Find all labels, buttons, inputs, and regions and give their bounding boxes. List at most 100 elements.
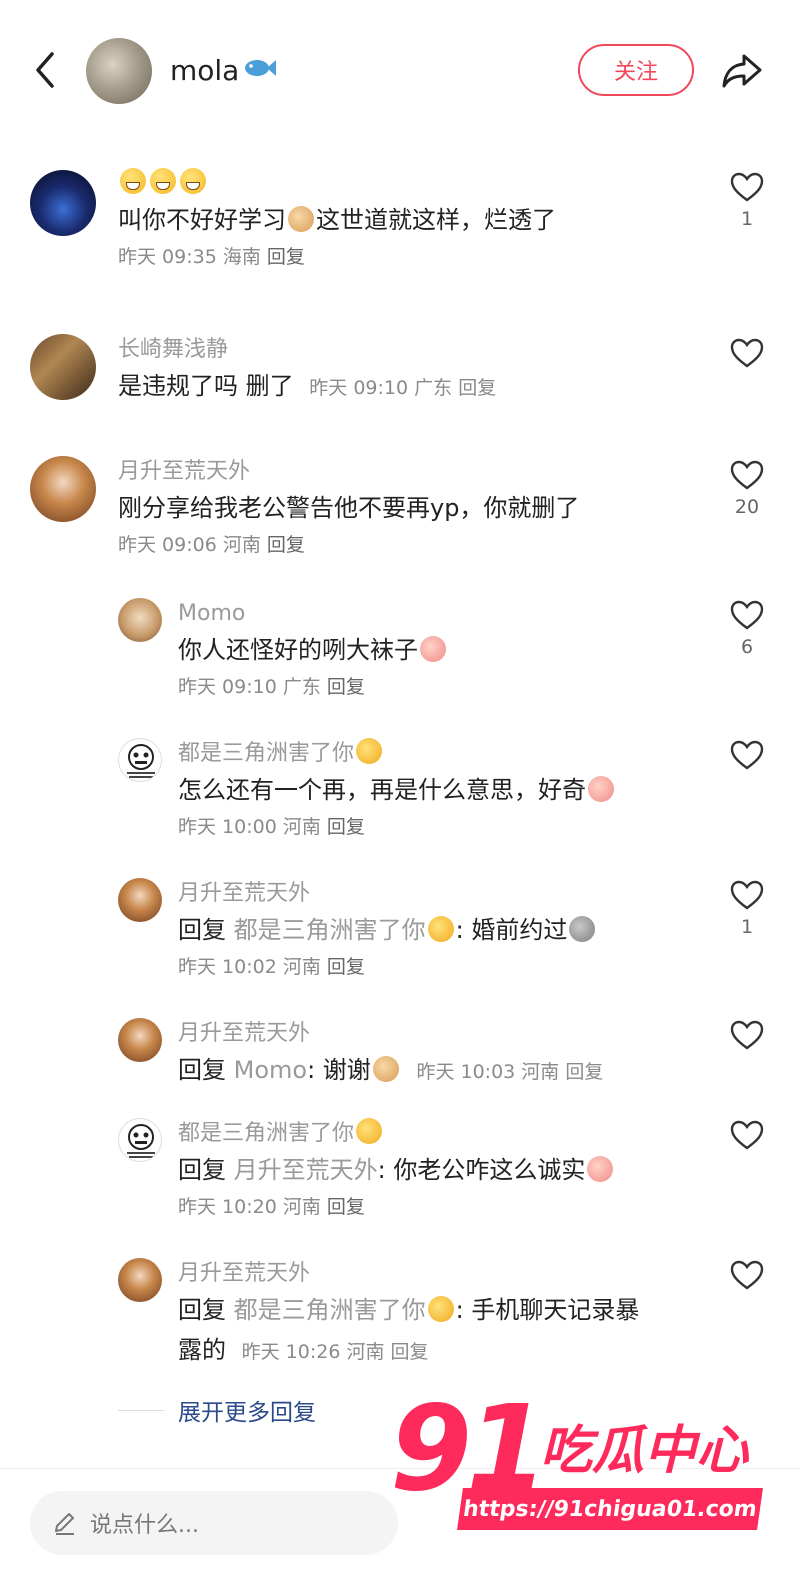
watermark-url: https://91chigua01.com <box>457 1488 763 1530</box>
dog-emoji-icon <box>372 1056 399 1082</box>
avatar[interactable] <box>30 170 96 236</box>
expand-replies-button[interactable]: 展开更多回复 <box>118 1392 316 1428</box>
avatar[interactable] <box>30 334 96 400</box>
reply-link[interactable]: 回复 <box>327 956 365 978</box>
reply-nickname[interactable]: 月升至荒天外 <box>178 1018 710 1050</box>
reply-link[interactable]: 回复 <box>327 816 365 838</box>
reply-link[interactable]: 回复 <box>458 377 496 399</box>
peach-emoji-icon <box>588 776 614 802</box>
like-button[interactable] <box>726 338 768 368</box>
heart-icon <box>730 460 764 490</box>
heart-icon <box>730 740 764 770</box>
reply-nickname[interactable]: 都是三角洲害了你 <box>178 1118 710 1150</box>
comment-emoji-line <box>118 168 710 200</box>
reply-text-line2[interactable]: 露的 昨天 10:26 河南 回复 <box>178 1330 710 1372</box>
author-name[interactable]: mola <box>170 54 277 87</box>
like-count: 6 <box>740 636 754 658</box>
like-count: 1 <box>740 916 754 938</box>
reply-meta: 昨天 10:02 河南 回复 <box>178 956 365 978</box>
avatar[interactable] <box>118 1018 162 1062</box>
avatar[interactable] <box>118 1118 162 1162</box>
comment-meta: 昨天 09:10 广东 回复 <box>309 377 497 399</box>
peach-emoji-icon <box>420 636 446 662</box>
author-name-text: mola <box>170 54 240 87</box>
mention-link[interactable]: 都是三角洲害了你 <box>234 1296 426 1324</box>
heart-icon <box>730 1020 764 1050</box>
like-count: 20 <box>734 496 760 518</box>
reply-link[interactable]: 回复 <box>391 1341 429 1363</box>
reply-meta: 昨天 09:10 广东 回复 <box>178 676 365 698</box>
tired-emoji-icon <box>427 916 454 942</box>
mention-link[interactable]: 都是三角洲害了你 <box>234 916 426 944</box>
avatar[interactable] <box>118 738 162 782</box>
like-button[interactable]: 20 <box>726 460 768 518</box>
heart-icon <box>730 600 764 630</box>
reply-text[interactable]: 回复 Momo: 谢谢 昨天 10:03 河南 回复 <box>178 1050 710 1092</box>
reply-link[interactable]: 回复 <box>327 1196 365 1218</box>
like-count: 1 <box>740 208 754 230</box>
comment-nickname[interactable]: 长崎舞浅静 <box>118 334 710 366</box>
avatar[interactable] <box>30 456 96 522</box>
watermark-name: 吃瓜中心 <box>540 1421 749 1481</box>
like-button[interactable] <box>726 1120 768 1150</box>
comment-input[interactable]: 说点什么... <box>30 1491 398 1555</box>
follow-button[interactable]: 关注 <box>578 44 694 96</box>
money-bag-emoji-icon <box>569 916 596 942</box>
heart-icon <box>730 172 764 202</box>
reply-nickname[interactable]: Momo <box>178 598 710 630</box>
grin-emoji-icon <box>180 168 206 194</box>
like-button[interactable] <box>726 1020 768 1050</box>
reply-text[interactable]: 回复 都是三角洲害了你: 婚前约过 <box>178 910 710 950</box>
mention-link[interactable]: 月升至荒天外 <box>234 1156 378 1184</box>
like-button[interactable]: 1 <box>726 172 768 230</box>
reply-text[interactable]: 回复 都是三角洲害了你: 手机聊天记录暴 <box>178 1290 710 1330</box>
grin-emoji-icon <box>150 168 176 194</box>
grin-emoji-icon <box>120 168 146 194</box>
back-icon[interactable] <box>30 48 60 92</box>
like-button[interactable]: 6 <box>726 600 768 658</box>
like-button[interactable] <box>726 1260 768 1290</box>
top-bar: mola 关注 <box>0 0 800 140</box>
heart-icon <box>730 880 764 910</box>
reply-text[interactable]: 回复 月升至荒天外: 你老公咋这么诚实 <box>178 1150 710 1190</box>
comment-text[interactable]: 叫你不好好学习 这世道就这样，烂透了 <box>118 200 710 240</box>
dog-emoji-icon <box>288 206 314 232</box>
tired-emoji-icon <box>356 738 383 764</box>
author-avatar[interactable] <box>86 38 152 104</box>
mention-link[interactable]: Momo <box>234 1056 307 1084</box>
reply-meta: 昨天 10:26 河南 回复 <box>241 1341 429 1363</box>
reply-text[interactable]: 怎么还有一个再，再是什么意思，好奇 <box>178 770 710 810</box>
expand-replies-label: 展开更多回复 <box>178 1400 316 1426</box>
avatar[interactable] <box>118 878 162 922</box>
tired-emoji-icon <box>356 1118 383 1144</box>
like-button[interactable]: 1 <box>726 880 768 938</box>
fish-icon <box>243 54 277 87</box>
tired-emoji-icon <box>427 1296 454 1322</box>
like-button[interactable] <box>726 740 768 770</box>
share-icon[interactable] <box>720 48 764 92</box>
heart-icon <box>730 338 764 368</box>
heart-icon <box>730 1120 764 1150</box>
pencil-icon <box>55 1513 74 1535</box>
comment-meta: 昨天 09:35 海南 回复 <box>118 246 305 268</box>
reply-link[interactable]: 回复 <box>565 1061 603 1083</box>
comment-meta: 昨天 09:06 河南 回复 <box>118 534 305 556</box>
avatar[interactable] <box>118 1258 162 1302</box>
reply-nickname[interactable]: 月升至荒天外 <box>178 1258 710 1290</box>
reply-nickname[interactable]: 都是三角洲害了你 <box>178 738 710 770</box>
reply-link[interactable]: 回复 <box>267 534 305 556</box>
reply-nickname[interactable]: 月升至荒天外 <box>178 878 710 910</box>
comment-nickname[interactable]: 月升至荒天外 <box>118 456 710 488</box>
reply-meta: 昨天 10:00 河南 回复 <box>178 816 365 838</box>
comment-text[interactable]: 刚分享给我老公警告他不要再yp，你就删了 <box>118 488 710 528</box>
reply-link[interactable]: 回复 <box>267 246 305 268</box>
comment-text[interactable]: 是违规了吗 删了 昨天 09:10 广东 回复 <box>118 366 710 408</box>
peach-emoji-icon <box>587 1156 614 1182</box>
reply-link[interactable]: 回复 <box>327 676 365 698</box>
heart-icon <box>730 1260 764 1290</box>
comment-input-placeholder: 说点什么... <box>90 1513 199 1538</box>
reply-text[interactable]: 你人还怪好的咧大袜子 <box>178 630 710 670</box>
reply-meta: 昨天 10:20 河南 回复 <box>178 1196 365 1218</box>
reply-meta: 昨天 10:03 河南 回复 <box>416 1061 604 1083</box>
avatar[interactable] <box>118 598 162 642</box>
